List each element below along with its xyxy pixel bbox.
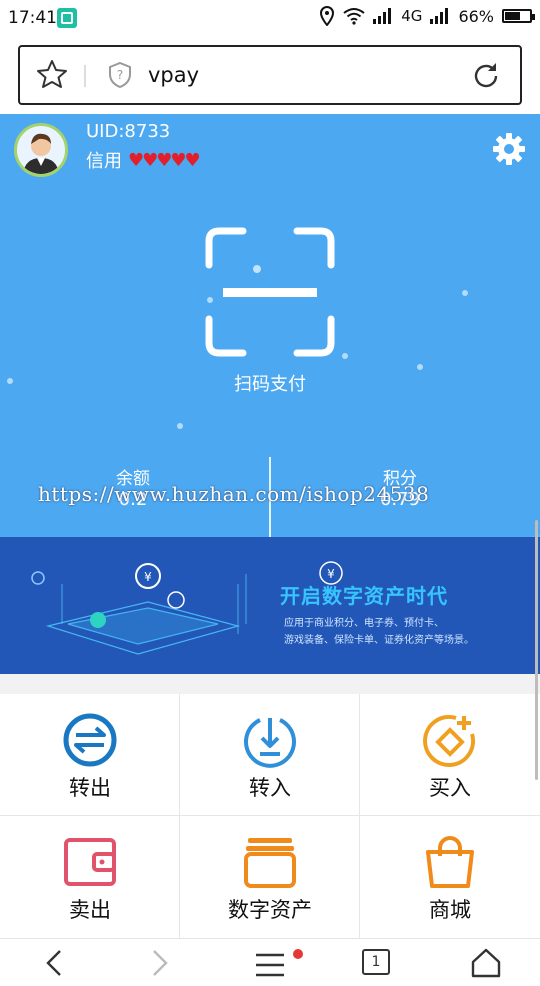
home-icon[interactable]	[470, 947, 502, 979]
tabs-button[interactable]: 1	[362, 949, 390, 975]
watermark-text: https://www.huzhan.com/ishop24538	[38, 482, 430, 506]
settings-gear-icon[interactable]	[492, 132, 526, 166]
action-buy[interactable]: 买入	[360, 694, 540, 816]
action-digital-assets[interactable]: 数字资产	[180, 816, 360, 938]
forward-arrow-icon[interactable]	[148, 947, 172, 979]
tabs-count: 1	[371, 954, 381, 970]
credit-hearts-icon: ♥♥♥♥♥	[128, 149, 201, 171]
action-label: 商城	[429, 898, 471, 922]
wallet-hero: UID:8733 信用 ♥♥♥♥♥ 扫码支付 余额 0.2 积分 0.79 ht…	[0, 114, 540, 674]
section-separator	[0, 674, 540, 694]
action-shop[interactable]: 商城	[360, 816, 540, 938]
status-indicators: 4G 66%	[319, 6, 535, 26]
address-divider	[84, 65, 86, 87]
screenshot-notification-icon	[57, 8, 77, 28]
status-time: 17:41	[8, 8, 57, 28]
back-arrow-icon[interactable]	[42, 947, 66, 979]
battery-icon	[502, 9, 535, 23]
scrollbar[interactable]	[535, 520, 538, 780]
transfer-in-icon	[244, 718, 296, 768]
user-id: UID:8733	[86, 121, 171, 142]
svg-text:?: ?	[117, 68, 123, 82]
menu-icon[interactable]	[254, 947, 290, 979]
bookmark-star-icon[interactable]	[36, 58, 68, 90]
action-label: 转出	[69, 776, 111, 800]
banner-subtitle-line2: 游戏装备、保险卡单、证券化资产等场景。	[284, 635, 474, 646]
wifi-icon	[343, 8, 365, 25]
security-shield-icon[interactable]: ?	[108, 61, 132, 89]
signal-icon-2	[430, 8, 449, 24]
credit-rating: 信用 ♥♥♥♥♥	[86, 147, 201, 173]
action-sell[interactable]: 卖出	[0, 816, 180, 938]
transfer-out-icon	[63, 713, 117, 767]
action-label: 卖出	[69, 898, 111, 922]
status-bar: 17:41 4G 66%	[0, 0, 540, 36]
wallet-icon	[64, 838, 116, 886]
location-icon	[320, 6, 335, 26]
scan-pay-label[interactable]: 扫码支付	[0, 370, 540, 396]
reload-icon[interactable]	[470, 60, 502, 92]
user-avatar-icon	[23, 133, 59, 174]
action-transfer-out[interactable]: 转出	[0, 694, 180, 816]
battery-percent: 66%	[458, 6, 494, 26]
banner-subtitle-line1: 应用于商业积分、电子券、预付卡、	[284, 618, 444, 629]
url-text[interactable]: vpay	[148, 63, 199, 87]
digital-platform-illustration-icon: ¥	[31, 563, 247, 655]
action-label: 数字资产	[228, 898, 312, 922]
buy-icon	[423, 714, 476, 767]
shopping-bag-icon	[426, 836, 474, 888]
svg-text:¥: ¥	[144, 570, 152, 584]
network-type: 4G	[401, 7, 423, 25]
credit-label: 信用	[86, 151, 122, 172]
svg-text:¥: ¥	[327, 567, 335, 581]
banner-title: 开启数字资产时代	[280, 584, 448, 608]
address-bar[interactable]: ? vpay	[18, 45, 522, 105]
action-label: 买入	[429, 776, 471, 800]
menu-notification-dot	[293, 949, 303, 959]
action-grid: 转出 转入 买入 卖出 数字资产 商城	[0, 694, 540, 938]
browser-bottom-nav: 1	[0, 938, 540, 986]
avatar[interactable]	[14, 123, 68, 177]
digital-asset-icon	[244, 838, 296, 888]
signal-icon	[373, 8, 392, 24]
action-label: 转入	[249, 776, 291, 800]
scan-qr-icon[interactable]	[205, 227, 335, 357]
action-transfer-in[interactable]: 转入	[180, 694, 360, 816]
